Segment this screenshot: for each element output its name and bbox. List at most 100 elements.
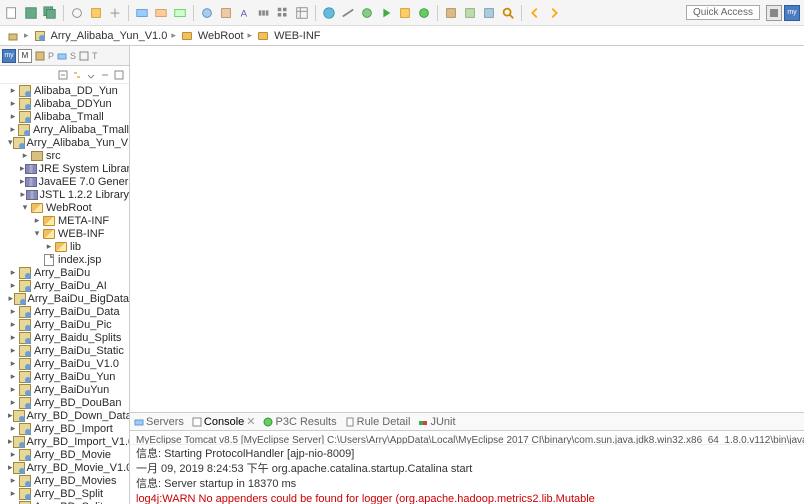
- tool-icon[interactable]: [340, 5, 356, 21]
- tree-node[interactable]: ▾WEB-INF: [0, 227, 129, 240]
- tool-icon[interactable]: [134, 5, 150, 21]
- tree-node[interactable]: ▸Alibaba_Tmall: [0, 110, 129, 123]
- tab-servers[interactable]: Servers: [134, 416, 184, 428]
- tree-node[interactable]: ▸Arry_BD_Split: [0, 487, 129, 500]
- expander-icon[interactable]: ▸: [8, 111, 18, 122]
- sidebar-tab[interactable]: M: [18, 49, 32, 63]
- tool-icon[interactable]: [321, 5, 337, 21]
- tree-node[interactable]: ▸JavaEE 7.0 Generic Li: [0, 175, 129, 188]
- tool-icon[interactable]: [199, 5, 215, 21]
- expander-icon[interactable]: ▸: [8, 384, 18, 395]
- tree-node[interactable]: ▾Arry_Alibaba_Yun_V1.0: [0, 136, 129, 149]
- tool-icon[interactable]: [107, 5, 123, 21]
- expander-icon[interactable]: ▾: [32, 228, 42, 239]
- link-editor-icon[interactable]: [71, 69, 83, 81]
- tree-node[interactable]: ▸JRE System Library [J: [0, 162, 129, 175]
- expander-icon[interactable]: ▸: [8, 449, 18, 460]
- expander-icon[interactable]: ▸: [8, 358, 18, 369]
- tree-node[interactable]: ▸JSTL 1.2.2 Library: [0, 188, 129, 201]
- myeclipse-perspective-button[interactable]: my: [784, 5, 800, 21]
- sidebar-tab-label[interactable]: S: [70, 51, 76, 61]
- tab-junit[interactable]: JUnit: [418, 416, 455, 428]
- minimize-icon[interactable]: [99, 69, 111, 81]
- expander-icon[interactable]: ▸: [8, 332, 18, 343]
- expander-icon[interactable]: ▸: [8, 475, 18, 486]
- forward-icon[interactable]: [546, 5, 562, 21]
- tool-icon[interactable]: [416, 5, 432, 21]
- sidebar-tab[interactable]: my: [2, 49, 16, 63]
- expander-icon[interactable]: ▸: [8, 345, 18, 356]
- tree-node[interactable]: ▸Arry_BaiDu_Data: [0, 305, 129, 318]
- tab-console[interactable]: Console ✕: [192, 415, 256, 428]
- expander-icon[interactable]: ▾: [20, 202, 30, 213]
- tree-node[interactable]: ▸Arry_BD_Movie_V1.0: [0, 461, 129, 474]
- tree-node[interactable]: ▸Arry_BaiDu: [0, 266, 129, 279]
- tree-node[interactable]: ▸Arry_BD_Import: [0, 422, 129, 435]
- tree-node[interactable]: ▸Arry_BaiDu_BigData: [0, 292, 129, 305]
- tool-icon[interactable]: [397, 5, 413, 21]
- expander-icon[interactable]: ▸: [8, 319, 18, 330]
- expander-icon[interactable]: ▸: [8, 371, 18, 382]
- tab-p3c[interactable]: P3C Results: [263, 416, 336, 428]
- tree-node[interactable]: ▸Alibaba_DD_Yun: [0, 84, 129, 97]
- expander-icon[interactable]: ▸: [8, 488, 18, 499]
- tool-icon[interactable]: [481, 5, 497, 21]
- tree-node[interactable]: ▸Arry_BD_Down_Data: [0, 409, 129, 422]
- expander-icon[interactable]: ▸: [8, 423, 18, 434]
- breadcrumb-item[interactable]: Arry_Alibaba_Yun_V1.0: [51, 30, 168, 42]
- expander-icon[interactable]: ▸: [8, 267, 18, 278]
- save-icon[interactable]: [23, 5, 39, 21]
- tool-icon[interactable]: [294, 5, 310, 21]
- tree-node[interactable]: ▸src: [0, 149, 129, 162]
- debug-icon[interactable]: [359, 5, 375, 21]
- tree-node[interactable]: ▸Arry_BD_DouBan: [0, 396, 129, 409]
- tree-node[interactable]: ▸Arry_BaiDu_V1.0: [0, 357, 129, 370]
- tree-node[interactable]: ▸Arry_BD_Movie: [0, 448, 129, 461]
- search-icon[interactable]: [500, 5, 516, 21]
- tree-node[interactable]: ▸Alibaba_DDYun: [0, 97, 129, 110]
- sidebar-tab-label[interactable]: T: [92, 51, 98, 61]
- tree-node[interactable]: ▸META-INF: [0, 214, 129, 227]
- tab-rule-detail[interactable]: Rule Detail: [345, 416, 411, 428]
- perspective-button[interactable]: [766, 5, 782, 21]
- expander-icon[interactable]: ▸: [8, 98, 18, 109]
- expander-icon[interactable]: ▸: [20, 150, 30, 161]
- expander-icon[interactable]: ▸: [8, 124, 18, 135]
- maximize-icon[interactable]: [113, 69, 125, 81]
- tool-icon[interactable]: [256, 5, 272, 21]
- new-icon[interactable]: [4, 5, 20, 21]
- quick-access-button[interactable]: Quick Access: [686, 5, 760, 20]
- tool-icon[interactable]: [275, 5, 291, 21]
- tree-node[interactable]: ▸Arry_BaiDu_Yun: [0, 370, 129, 383]
- expander-icon[interactable]: ▸: [8, 85, 18, 96]
- tree-node[interactable]: ▸Arry_BaiDu_Static: [0, 344, 129, 357]
- tree-node[interactable]: ▸Arry_Alibaba_Tmall: [0, 123, 129, 136]
- expander-icon[interactable]: ▸: [8, 280, 18, 291]
- tree-node[interactable]: ▸Arry_BD_Splits: [0, 500, 129, 504]
- sidebar-tab-label[interactable]: P: [48, 51, 54, 61]
- expander-icon[interactable]: ▸: [44, 241, 54, 252]
- tool-icon[interactable]: [69, 5, 85, 21]
- tool-icon[interactable]: [462, 5, 478, 21]
- run-icon[interactable]: [378, 5, 394, 21]
- tool-icon[interactable]: [88, 5, 104, 21]
- tree-node[interactable]: ▸Arry_BD_Import_V1.0: [0, 435, 129, 448]
- sidebar-tab-icon[interactable]: [78, 50, 90, 62]
- home-icon[interactable]: [6, 29, 20, 43]
- tree-node[interactable]: ▸Arry_BaiDuYun: [0, 383, 129, 396]
- tree-node[interactable]: ▾WebRoot: [0, 201, 129, 214]
- breadcrumb-item[interactable]: WebRoot: [198, 30, 244, 42]
- tool-icon[interactable]: [172, 5, 188, 21]
- tree-node[interactable]: ▸Arry_BD_Movies: [0, 474, 129, 487]
- tool-icon[interactable]: [218, 5, 234, 21]
- project-tree[interactable]: ▸Alibaba_DD_Yun▸Alibaba_DDYun▸Alibaba_Tm…: [0, 84, 129, 504]
- expander-icon[interactable]: ▸: [32, 215, 42, 226]
- back-icon[interactable]: [527, 5, 543, 21]
- expander-icon[interactable]: ▸: [8, 397, 18, 408]
- tool-icon[interactable]: [153, 5, 169, 21]
- tree-node[interactable]: index.jsp: [0, 253, 129, 266]
- sidebar-tab-icon[interactable]: [34, 50, 46, 62]
- tool-icon[interactable]: A: [237, 5, 253, 21]
- tree-node[interactable]: ▸Arry_BaiDu_Pic: [0, 318, 129, 331]
- expander-icon[interactable]: ▸: [8, 306, 18, 317]
